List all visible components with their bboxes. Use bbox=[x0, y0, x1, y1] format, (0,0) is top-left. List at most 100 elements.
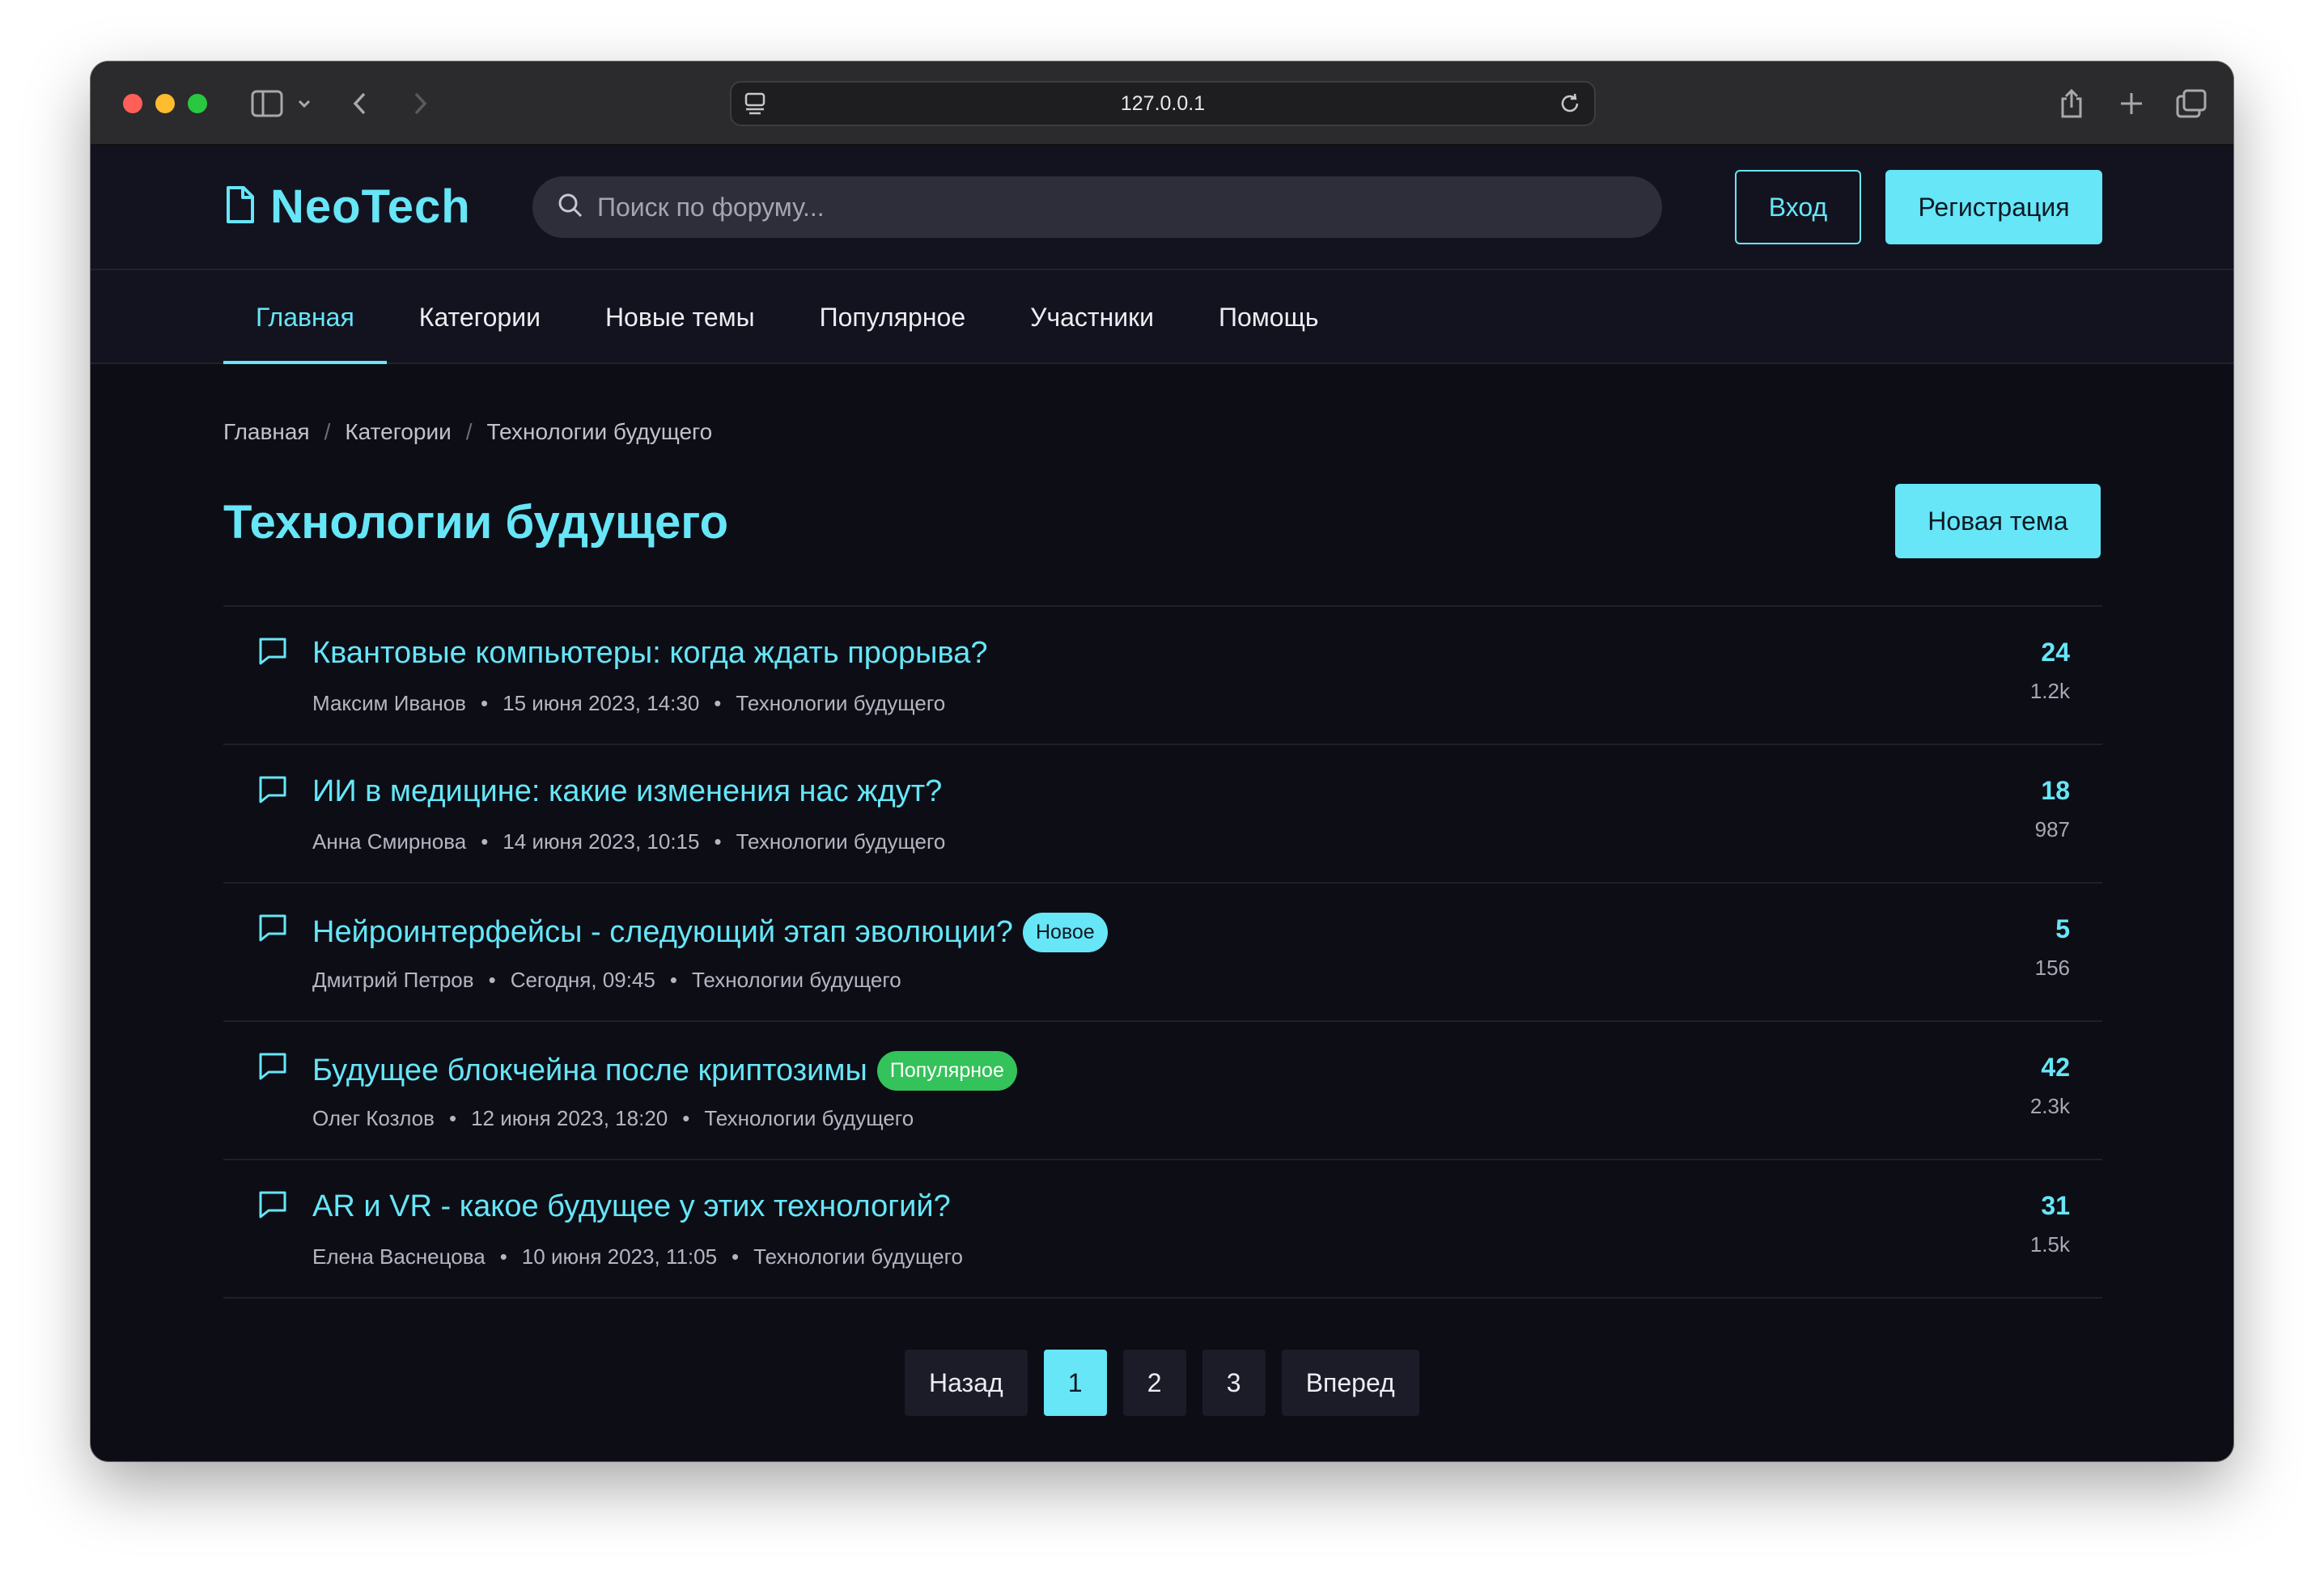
comment-icon bbox=[257, 1051, 288, 1086]
topic-stats: 31 1.5k bbox=[2030, 1191, 2070, 1257]
view-count: 2.3k bbox=[2029, 1094, 2070, 1118]
view-count: 156 bbox=[2034, 956, 2070, 980]
topic-row[interactable]: Квантовые компьютеры: когда ждать прорыв… bbox=[223, 607, 2102, 745]
nav-item-help[interactable]: Помощь bbox=[1186, 270, 1351, 364]
view-count: 987 bbox=[2034, 817, 2070, 841]
meta-separator: • bbox=[669, 968, 677, 992]
topic-row[interactable]: AR и VR - какое будущее у этих технологи… bbox=[223, 1160, 2102, 1299]
meta-separator: • bbox=[448, 1106, 457, 1130]
meta-separator: • bbox=[481, 691, 489, 715]
nav-item-new-topics[interactable]: Новые темы bbox=[573, 270, 787, 364]
topic-title-link[interactable]: AR и VR - какое будущее у этих технологи… bbox=[312, 1189, 951, 1224]
browser-window: 127.0.0.1 NeoTech Вход Р bbox=[91, 61, 2233, 1461]
topic-title-link[interactable]: Будущее блокчейна после криптозимы bbox=[312, 1053, 867, 1088]
nav-item-home[interactable]: Главная bbox=[223, 270, 387, 364]
login-button[interactable]: Вход bbox=[1735, 170, 1861, 244]
meta-separator: • bbox=[488, 968, 496, 992]
meta-separator: • bbox=[732, 1244, 740, 1269]
page-button-2[interactable]: 2 bbox=[1122, 1350, 1186, 1416]
comment-icon bbox=[257, 636, 288, 671]
topic-title-link[interactable]: Нейроинтерфейсы - следующий этап эволюци… bbox=[312, 915, 1013, 950]
site-logo[interactable]: NeoTech bbox=[223, 180, 471, 234]
topic-stats: 18 987 bbox=[2035, 776, 2070, 842]
topic-category[interactable]: Технологии будущего bbox=[753, 1244, 963, 1269]
breadcrumb-separator: / bbox=[324, 419, 331, 444]
topic-row[interactable]: Будущее блокчейна после криптозимы Попул… bbox=[223, 1022, 2102, 1160]
comment-icon bbox=[257, 774, 288, 809]
breadcrumb-separator: / bbox=[465, 419, 473, 444]
topic-stats: 5 156 bbox=[2035, 914, 2070, 981]
page-button-3[interactable]: 3 bbox=[1202, 1350, 1266, 1416]
topic-stats: 24 1.2k bbox=[2030, 638, 2070, 704]
topic-row[interactable]: Нейроинтерфейсы - следующий этап эволюци… bbox=[223, 884, 2102, 1022]
topic-author[interactable]: Максим Иванов bbox=[312, 691, 466, 716]
address-bar[interactable]: 127.0.0.1 bbox=[730, 81, 1596, 126]
meta-separator: • bbox=[714, 691, 722, 715]
topic-date: 12 июня 2023, 18:20 bbox=[471, 1106, 668, 1130]
nav-item-members[interactable]: Участники bbox=[998, 270, 1186, 364]
close-window-button[interactable] bbox=[123, 94, 142, 113]
view-count: 1.5k bbox=[2029, 1232, 2070, 1257]
breadcrumb-link-home[interactable]: Главная bbox=[223, 419, 310, 445]
tab-overview-icon[interactable] bbox=[2173, 86, 2209, 121]
topic-row[interactable]: ИИ в медицине: какие изменения нас ждут?… bbox=[223, 745, 2102, 884]
document-icon bbox=[223, 185, 256, 228]
new-topic-button[interactable]: Новая тема bbox=[1895, 484, 2101, 558]
logo-text: NeoTech bbox=[270, 180, 471, 233]
topic-date: 14 июня 2023, 10:15 bbox=[503, 829, 700, 854]
topic-category[interactable]: Технологии будущего bbox=[736, 691, 945, 716]
topic-category[interactable]: Технологии будущего bbox=[692, 968, 901, 993]
share-icon[interactable] bbox=[2055, 86, 2088, 121]
breadcrumb-current: Технологии будущего bbox=[486, 419, 713, 444]
breadcrumb-link-categories[interactable]: Категории bbox=[345, 419, 451, 445]
search-bar[interactable] bbox=[532, 176, 1662, 238]
topic-category[interactable]: Технологии будущего bbox=[704, 1106, 914, 1131]
topic-category[interactable]: Технологии будущего bbox=[736, 829, 946, 854]
meta-separator: • bbox=[682, 1106, 690, 1130]
breadcrumb: Главная / Категории / Технологии будущег… bbox=[223, 419, 712, 445]
comment-icon bbox=[257, 1189, 288, 1224]
main-nav: Главная Категории Новые темы Популярное … bbox=[91, 270, 2233, 364]
prev-page-button[interactable]: Назад bbox=[905, 1350, 1028, 1416]
search-input[interactable] bbox=[597, 192, 1568, 223]
topic-date: 10 июня 2023, 11:05 bbox=[521, 1244, 718, 1269]
pagination: Назад 1 2 3 Вперед bbox=[905, 1350, 1419, 1416]
page-button-1[interactable]: 1 bbox=[1043, 1350, 1107, 1416]
reload-icon[interactable] bbox=[1557, 91, 1583, 121]
topic-title-link[interactable]: ИИ в медицине: какие изменения нас ждут? bbox=[312, 774, 942, 809]
url-text: 127.0.0.1 bbox=[1120, 91, 1206, 115]
topic-meta: Максим Иванов • 15 июня 2023, 14:30 • Те… bbox=[312, 691, 945, 716]
topic-title-link[interactable]: Квантовые компьютеры: когда ждать прорыв… bbox=[312, 636, 988, 671]
chevron-down-icon[interactable] bbox=[295, 86, 314, 121]
reply-count: 5 bbox=[2055, 914, 2070, 943]
nav-item-categories[interactable]: Категории bbox=[387, 270, 573, 364]
comment-icon bbox=[257, 913, 288, 947]
next-page-button[interactable]: Вперед bbox=[1281, 1350, 1419, 1416]
topic-author[interactable]: Елена Васнецова bbox=[312, 1244, 486, 1269]
topic-meta: Елена Васнецова • 10 июня 2023, 11:05 • … bbox=[312, 1244, 963, 1269]
browser-toolbar: 127.0.0.1 bbox=[91, 61, 2233, 146]
popular-badge: Популярное bbox=[876, 1051, 1017, 1091]
forward-arrow-icon[interactable] bbox=[408, 86, 432, 121]
topic-meta: Олег Козлов • 12 июня 2023, 18:20 • Техн… bbox=[312, 1106, 914, 1131]
topic-meta: Дмитрий Петров • Сегодня, 09:45 • Технол… bbox=[312, 968, 901, 993]
register-button[interactable]: Регистрация bbox=[1885, 170, 2102, 244]
meta-separator: • bbox=[481, 829, 489, 854]
topic-author[interactable]: Дмитрий Петров bbox=[312, 968, 474, 993]
nav-item-popular[interactable]: Популярное bbox=[787, 270, 998, 364]
page-title: Технологии будущего bbox=[223, 496, 729, 549]
site-header: NeoTech Вход Регистрация bbox=[91, 146, 2233, 270]
topic-author[interactable]: Анна Смирнова bbox=[312, 829, 466, 854]
sidebar-toggle-icon[interactable] bbox=[249, 86, 285, 121]
minimize-window-button[interactable] bbox=[155, 94, 175, 113]
window-controls bbox=[123, 94, 207, 113]
back-arrow-icon[interactable] bbox=[348, 86, 372, 121]
view-count: 1.2k bbox=[2029, 679, 2070, 703]
page-settings-icon[interactable] bbox=[743, 91, 767, 121]
meta-separator: • bbox=[714, 829, 722, 854]
maximize-window-button[interactable] bbox=[188, 94, 207, 113]
reply-count: 31 bbox=[2041, 1191, 2070, 1220]
topic-stats: 42 2.3k bbox=[2030, 1053, 2070, 1119]
new-tab-icon[interactable] bbox=[2115, 86, 2148, 121]
topic-author[interactable]: Олег Козлов bbox=[312, 1106, 435, 1131]
